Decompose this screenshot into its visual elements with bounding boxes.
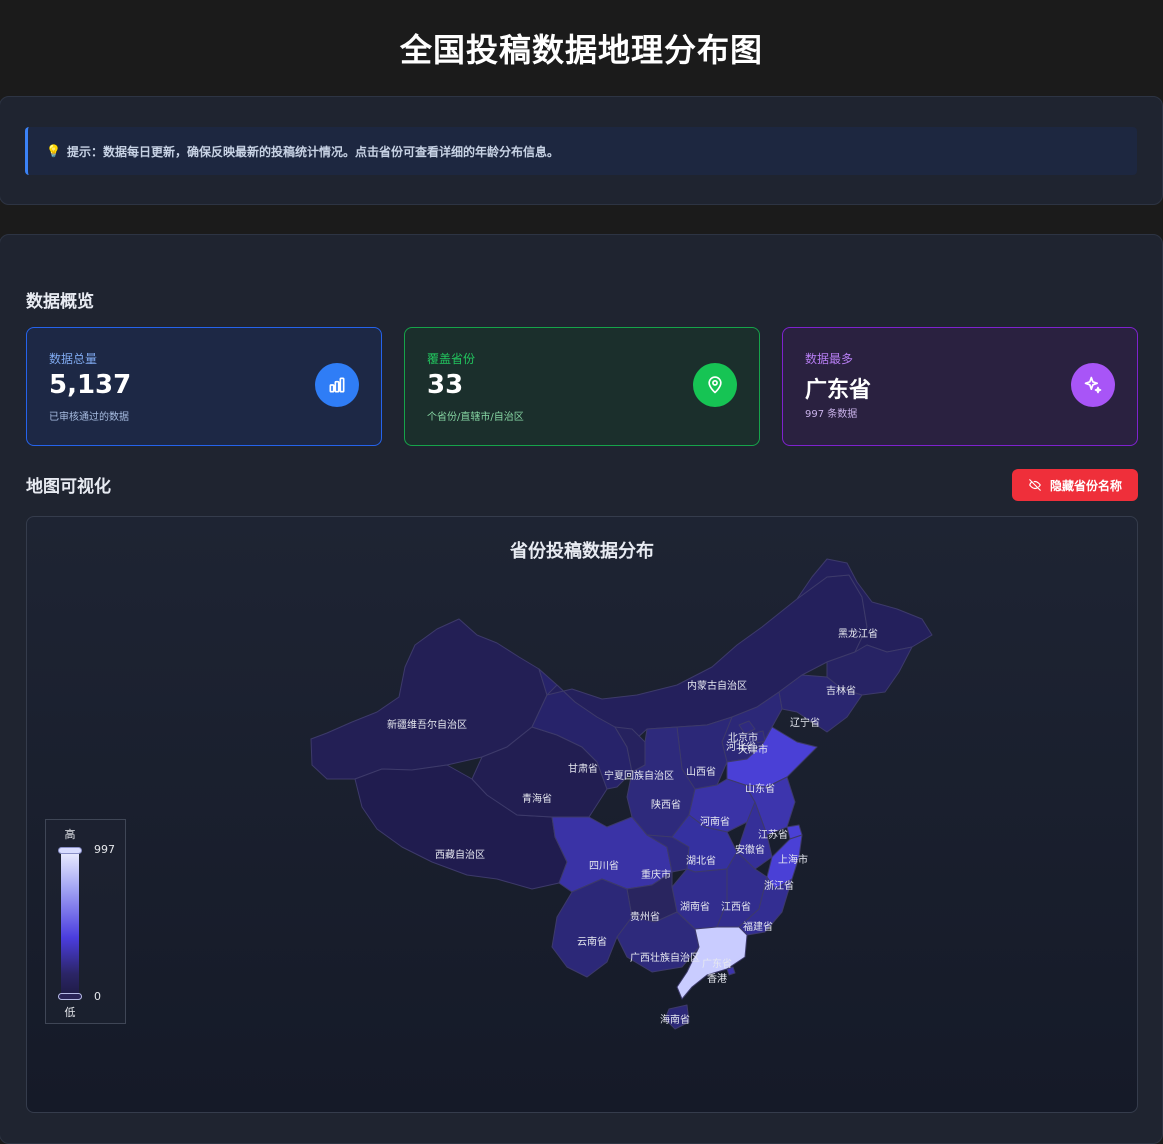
label-anhui: 安徽省 bbox=[735, 843, 765, 856]
stat-value: 33 bbox=[427, 370, 464, 400]
label-qinghai: 青海省 bbox=[522, 792, 552, 805]
legend-gradient-bar bbox=[61, 850, 79, 996]
stat-sub: 个省份/直辖市/自治区 bbox=[427, 412, 524, 423]
bar-chart-icon bbox=[315, 363, 359, 407]
label-guangdong: 广东省 bbox=[702, 957, 732, 970]
toggle-province-names-button[interactable]: 隐藏省份名称 bbox=[1012, 469, 1138, 501]
tip-banner: 💡 提示：数据每日更新，确保反映最新的投稿统计情况。点击省份可查看详细的年龄分布… bbox=[25, 127, 1137, 175]
legend-min-value: 0 bbox=[94, 990, 101, 1003]
label-xianggang: 香港 bbox=[707, 973, 727, 985]
sparkles-icon bbox=[1071, 363, 1115, 407]
label-xinjiang: 新疆维吾尔自治区 bbox=[387, 718, 467, 731]
label-shanghai: 上海市 bbox=[778, 853, 808, 866]
label-chongqing: 重庆市 bbox=[641, 868, 671, 881]
page-title: 全国投稿数据地理分布图 bbox=[399, 31, 763, 69]
label-sichuan: 四川省 bbox=[589, 859, 619, 872]
province-yunnan[interactable] bbox=[551, 878, 633, 978]
stat-sub: 已审核通过的数据 bbox=[49, 412, 129, 423]
stat-label: 数据最多 bbox=[805, 352, 854, 366]
eye-off-icon bbox=[1029, 479, 1041, 491]
label-gansu: 甘肃省 bbox=[568, 762, 598, 775]
label-ningxia: 宁夏回族自治区 bbox=[604, 769, 674, 782]
stat-value: 广东省 bbox=[805, 378, 872, 403]
label-shanxi: 山西省 bbox=[686, 765, 716, 778]
tip-text: 提示：数据每日更新，确保反映最新的投稿统计情况。点击省份可查看详细的年龄分布信息… bbox=[66, 144, 559, 159]
label-jilin: 吉林省 bbox=[826, 684, 856, 697]
label-zhejiang: 浙江省 bbox=[764, 879, 794, 892]
label-yunnan: 云南省 bbox=[577, 935, 607, 948]
label-shaanxi: 陕西省 bbox=[651, 798, 681, 811]
label-fujian: 福建省 bbox=[743, 920, 773, 933]
label-jiangsu: 江苏省 bbox=[758, 828, 788, 841]
label-shandong: 山东省 bbox=[745, 782, 775, 795]
stat-label: 数据总量 bbox=[49, 352, 98, 366]
stat-card-top-province: 数据最多 广东省 997 条数据 bbox=[782, 327, 1138, 446]
label-xizang: 西藏自治区 bbox=[435, 848, 485, 861]
label-hubei: 湖北省 bbox=[686, 854, 716, 867]
stat-card-total: 数据总量 5,137 已审核通过的数据 bbox=[26, 327, 382, 446]
stat-card-provinces: 覆盖省份 33 个省份/直辖市/自治区 bbox=[404, 327, 760, 446]
label-hainan: 海南省 bbox=[660, 1013, 690, 1026]
toggle-button-label: 隐藏省份名称 bbox=[1049, 478, 1122, 493]
label-heilongjiang: 黑龙江省 bbox=[838, 627, 878, 640]
label-hunan: 湖南省 bbox=[680, 900, 710, 913]
legend-max-handle[interactable] bbox=[58, 847, 82, 854]
legend-min-handle[interactable] bbox=[58, 993, 82, 1000]
overview-title: 数据概览 bbox=[26, 292, 94, 312]
legend-high-label: 高 bbox=[64, 828, 76, 841]
china-map: 新疆维吾尔自治区 西藏自治区 青海省 甘肃省 内蒙古自治区 黑龙江省 吉林省 辽… bbox=[310, 558, 933, 1030]
label-hebei: 河北省 bbox=[726, 740, 756, 753]
label-guizhou: 贵州省 bbox=[630, 910, 660, 923]
tip-card: 💡 提示：数据每日更新，确保反映最新的投稿统计情况。点击省份可查看详细的年龄分布… bbox=[0, 96, 1163, 205]
label-henan: 河南省 bbox=[700, 815, 730, 828]
legend-max-value: 997 bbox=[94, 843, 115, 856]
visual-map-legend: 高 997 0 低 bbox=[45, 819, 126, 1024]
main-card: 数据概览 数据总量 5,137 已审核通过的数据 覆盖省份 33 个省份/直辖市… bbox=[0, 234, 1163, 1144]
map-section-title: 地图可视化 bbox=[26, 477, 111, 497]
stat-value: 5,137 bbox=[49, 370, 132, 400]
label-liaoning: 辽宁省 bbox=[790, 716, 820, 729]
map-card: 省份投稿数据分布 新疆维吾尔自治区 西藏自治区 青海省 甘肃省 内蒙古自治区 黑… bbox=[26, 516, 1138, 1113]
lightbulb-icon: 💡 bbox=[46, 144, 61, 158]
map-pin-icon bbox=[693, 363, 737, 407]
label-jiangxi: 江西省 bbox=[721, 900, 751, 913]
stat-sub: 997 条数据 bbox=[805, 409, 858, 420]
label-guangxi: 广西壮族自治区 bbox=[630, 951, 700, 964]
stat-label: 覆盖省份 bbox=[427, 352, 476, 366]
legend-low-label: 低 bbox=[64, 1006, 76, 1019]
label-neimenggu: 内蒙古自治区 bbox=[687, 679, 747, 692]
page-header: 全国投稿数据地理分布图 bbox=[0, 0, 1163, 96]
